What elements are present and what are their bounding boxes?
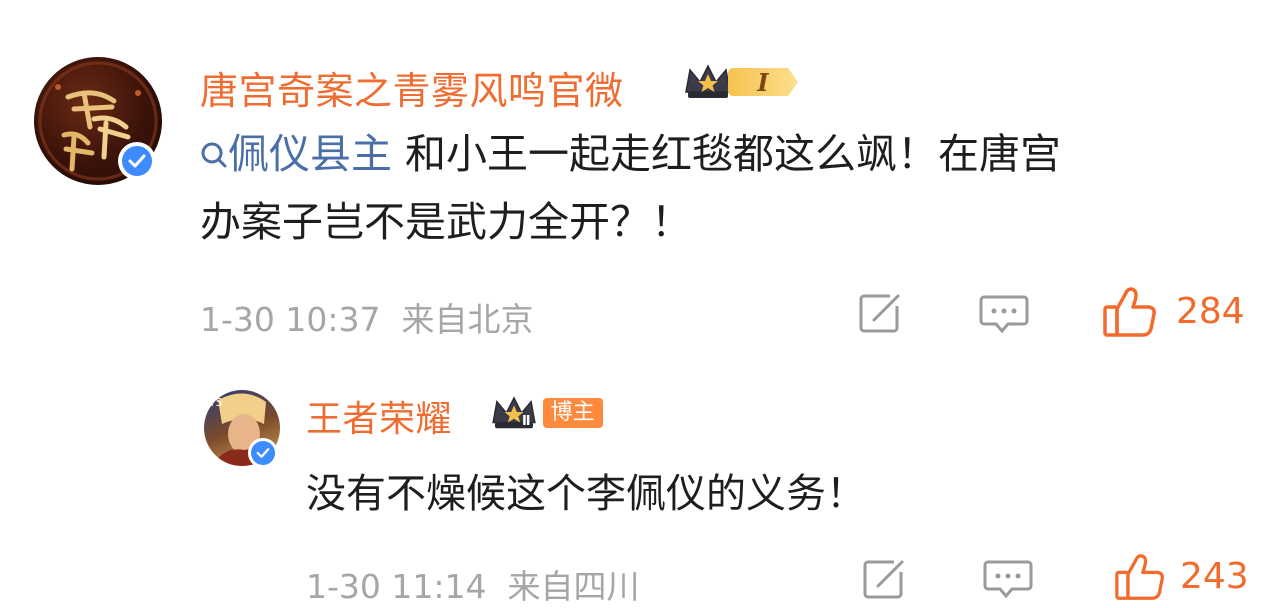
blogger-tag: 博主: [542, 398, 603, 428]
comment-icon: [979, 295, 1029, 334]
repost-icon: [859, 294, 900, 333]
svg-text:V5: V5: [208, 396, 223, 409]
username[interactable]: 王者荣耀: [306, 390, 452, 442]
comment-text-line2: 办案子岂不是武力全开？！: [200, 198, 692, 246]
share-button[interactable]: [856, 290, 906, 336]
like-button[interactable]: [1100, 284, 1160, 340]
comment-icon: [983, 560, 1033, 599]
repost-icon: [863, 560, 904, 599]
timestamp: 1-30 10:37: [200, 300, 381, 339]
verified-icon: [118, 142, 156, 180]
share-button[interactable]: [860, 556, 910, 602]
like-count: 243: [1180, 556, 1249, 597]
comment-body: 佩仪县主 和小王一起走红毯都这么飒！在唐宫 办案子岂不是武力全开？！: [200, 120, 1260, 256]
reply-button[interactable]: [980, 558, 1036, 602]
thumbs-up-icon: [1115, 554, 1164, 600]
level-badge: I: [728, 68, 798, 96]
location: 来自四川: [507, 567, 640, 606]
comment-meta: 1-30 11:14 来自四川: [306, 560, 639, 608]
username[interactable]: 唐宫奇案之青雾风鸣官微: [200, 60, 624, 115]
level-badge: Ⅱ: [522, 413, 531, 429]
verified-icon: [248, 438, 278, 468]
timestamp: 1-30 11:14: [306, 567, 487, 606]
comment-text-line1: 和小王一起走红毯都这么飒！在唐宫: [405, 130, 1062, 178]
thumbs-up-icon: [1103, 287, 1156, 337]
location: 来自北京: [401, 300, 534, 339]
member-badge[interactable]: I: [682, 62, 798, 102]
crown-icon: [492, 396, 536, 429]
search-icon: [201, 142, 227, 168]
like-count: 284: [1176, 291, 1245, 332]
comment-meta: 1-30 10:37 来自北京: [200, 293, 533, 341]
member-badge[interactable]: Ⅱ 博主: [488, 394, 603, 432]
like-button[interactable]: [1112, 550, 1168, 604]
topic-link[interactable]: 佩仪县主: [200, 130, 392, 178]
reply-button[interactable]: [976, 292, 1032, 338]
crown-icon: [685, 64, 731, 98]
topic-label: 佩仪县主: [228, 130, 392, 178]
comment-text: 没有不燥候这个李佩仪的义务！: [306, 471, 866, 517]
